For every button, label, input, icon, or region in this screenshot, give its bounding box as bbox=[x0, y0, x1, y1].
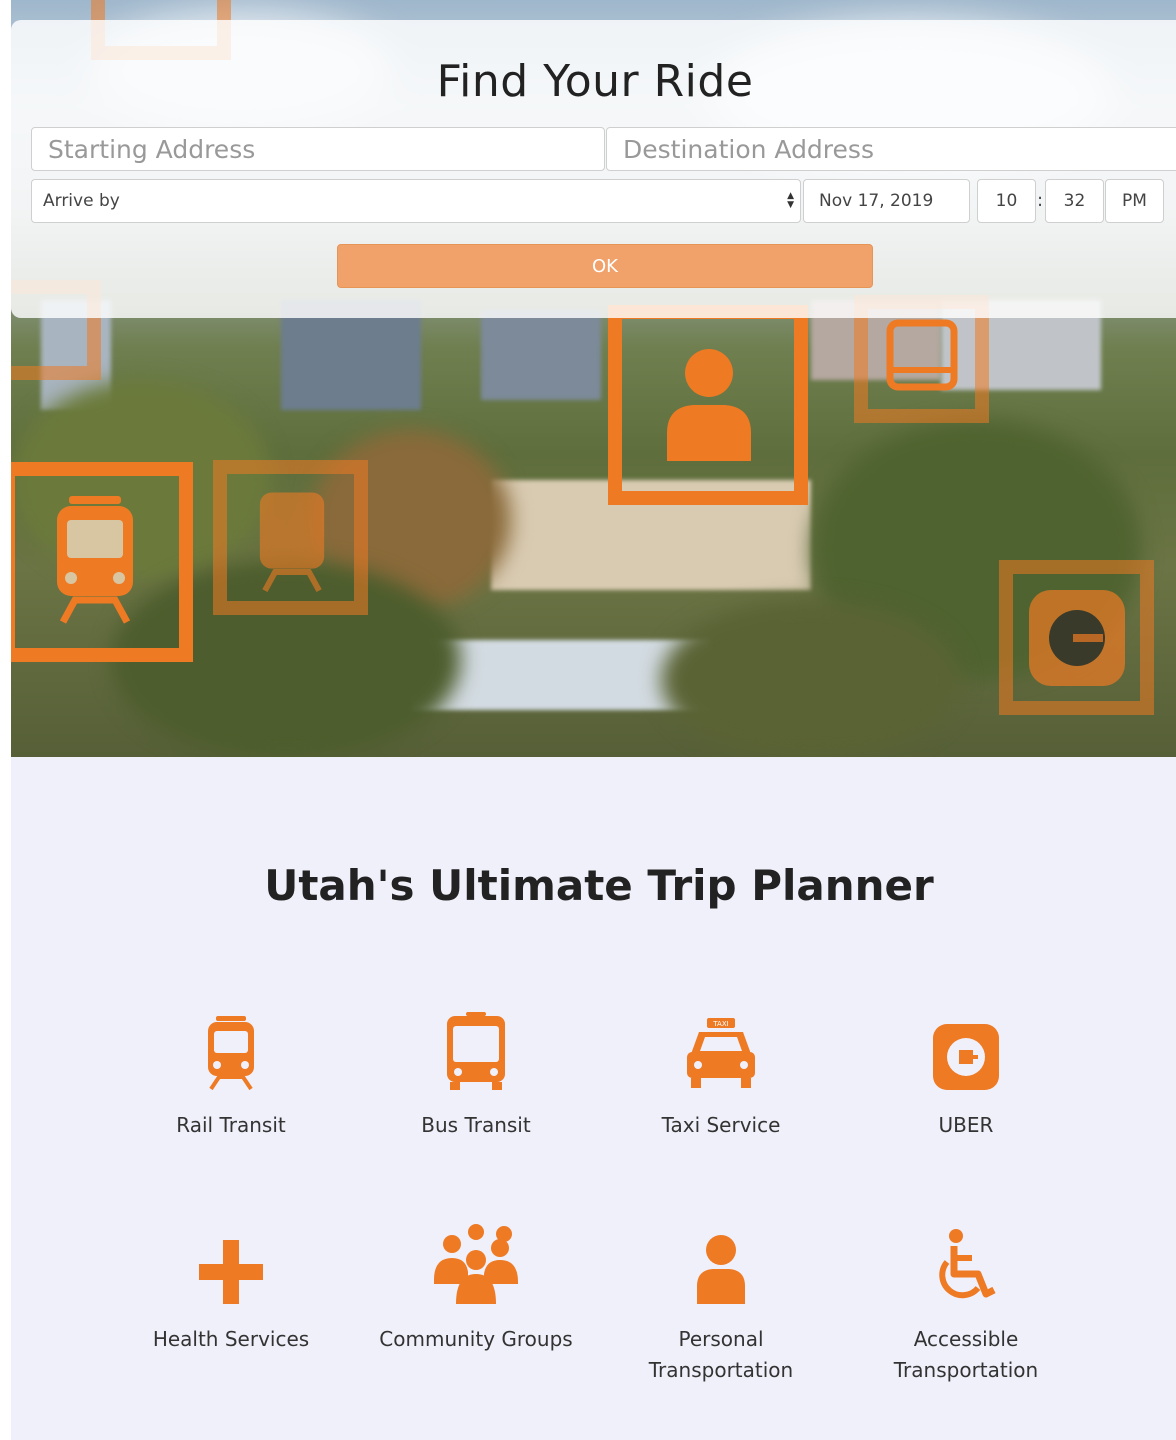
service-label: Rail Transit bbox=[176, 1113, 286, 1137]
find-ride-title: Find Your Ride bbox=[436, 56, 754, 107]
ampm-value: PM bbox=[1122, 191, 1147, 211]
destination-address-placeholder: Destination Address bbox=[623, 134, 874, 164]
arrive-depart-value: Arrive by bbox=[43, 191, 120, 211]
taxi-badge: TAXI bbox=[712, 1020, 728, 1028]
destination-address-input[interactable]: Destination Address bbox=[606, 127, 1176, 171]
train-frame-faded bbox=[213, 460, 368, 615]
service-personal-transportation[interactable]: Personal Transportation bbox=[601, 1224, 841, 1386]
section-title: Utah's Ultimate Trip Planner bbox=[264, 861, 934, 910]
starting-address-placeholder: Starting Address bbox=[48, 134, 256, 164]
service-label: Taxi Service bbox=[661, 1113, 781, 1137]
bus-icon bbox=[886, 319, 958, 391]
select-arrows-icon: ▲ ▼ bbox=[787, 191, 794, 210]
train-frame bbox=[11, 462, 193, 662]
person-icon bbox=[667, 349, 751, 461]
minute-value: 32 bbox=[1063, 191, 1086, 211]
service-label: Bus Transit bbox=[421, 1113, 531, 1137]
date-input[interactable]: Nov 17, 2019 bbox=[803, 179, 970, 223]
service-accessible-transportation[interactable]: Accessible Transportation bbox=[846, 1224, 1086, 1386]
service-label: Personal Transportation bbox=[648, 1327, 794, 1382]
arrive-depart-select[interactable]: Arrive by ▲ ▼ bbox=[31, 179, 801, 223]
uber-icon bbox=[1029, 590, 1125, 686]
date-value: Nov 17, 2019 bbox=[819, 191, 934, 211]
starting-address-input[interactable]: Starting Address bbox=[31, 127, 605, 171]
hour-input[interactable]: 10 bbox=[977, 179, 1036, 223]
uber-icon bbox=[933, 1024, 999, 1090]
uber-frame bbox=[999, 560, 1154, 715]
taxi-icon: TAXI bbox=[687, 1018, 755, 1088]
service-community-groups[interactable]: Community Groups bbox=[356, 1224, 596, 1355]
ok-button[interactable]: OK bbox=[337, 244, 873, 288]
bus-icon bbox=[447, 1012, 505, 1090]
time-separator: : bbox=[1037, 190, 1044, 211]
person-frame bbox=[608, 305, 808, 505]
person-icon bbox=[697, 1235, 745, 1304]
service-label: UBER bbox=[938, 1113, 994, 1137]
wheelchair-icon bbox=[939, 1229, 996, 1299]
hour-value: 10 bbox=[995, 191, 1018, 211]
group-icon bbox=[434, 1224, 518, 1304]
service-label: Accessible Transportation bbox=[893, 1327, 1039, 1382]
service-health[interactable]: Health Services bbox=[111, 1224, 351, 1355]
service-rail-transit[interactable]: Rail Transit bbox=[111, 1010, 351, 1141]
service-uber[interactable]: UBER bbox=[846, 1010, 1086, 1141]
service-label: Health Services bbox=[152, 1327, 310, 1351]
plus-icon bbox=[199, 1240, 263, 1304]
train-icon bbox=[57, 496, 133, 624]
ampm-select[interactable]: PM bbox=[1105, 179, 1164, 223]
train-icon bbox=[208, 1016, 254, 1090]
service-taxi[interactable]: TAXI Taxi Service bbox=[601, 1010, 841, 1141]
train-icon bbox=[259, 492, 325, 593]
service-label: Community Groups bbox=[379, 1327, 573, 1351]
minute-input[interactable]: 32 bbox=[1045, 179, 1104, 223]
service-bus-transit[interactable]: Bus Transit bbox=[356, 1010, 596, 1141]
